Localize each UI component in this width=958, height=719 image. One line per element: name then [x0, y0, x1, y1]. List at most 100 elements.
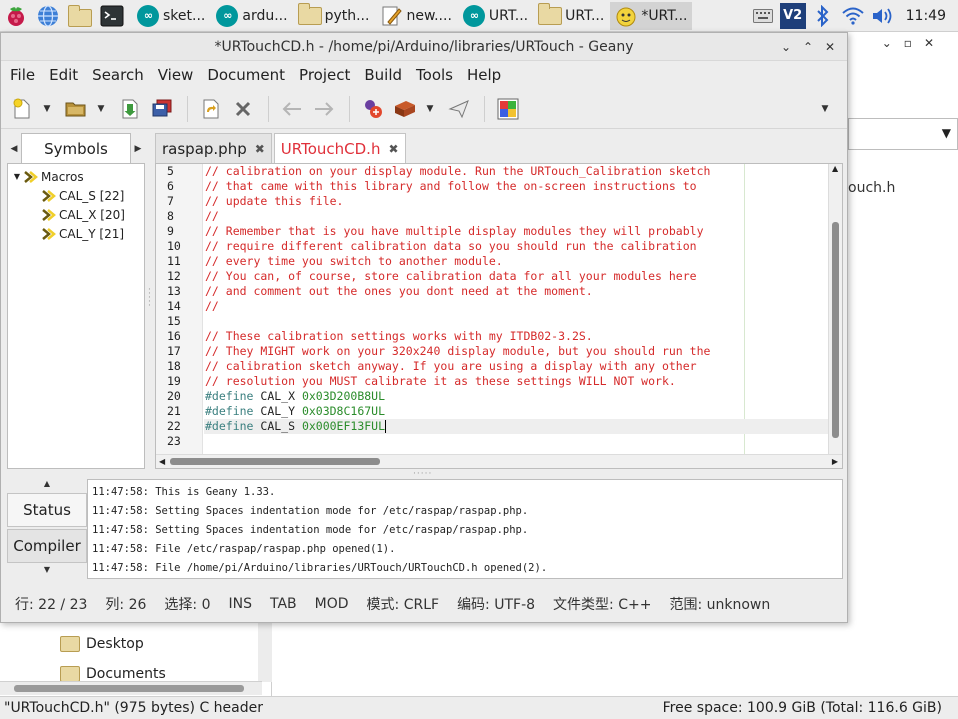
task-urtouch-arduino[interactable]: ∞ URT... [458, 2, 532, 30]
chevron-down-icon[interactable]: ▼ [942, 126, 951, 140]
menu-view[interactable]: View [151, 66, 201, 84]
task-text-editor[interactable]: new.... [375, 2, 455, 30]
code-line[interactable]: // resolution you MUST calibrate it as t… [204, 374, 830, 389]
scroll-left-icon[interactable]: ◀ [159, 457, 165, 466]
code-line[interactable]: // update this file. [204, 194, 830, 209]
bluetooth-icon[interactable] [809, 2, 837, 30]
terminal-icon[interactable] [98, 2, 126, 30]
log-line: 11:47:58: This is Geany 1.33. [92, 486, 276, 498]
code-line[interactable]: // They MIGHT work on your 320x240 displ… [204, 344, 830, 359]
tab-status[interactable]: Status [7, 493, 87, 527]
message-splitter-handle[interactable]: ····· [413, 469, 432, 479]
code-line[interactable]: // These calibration settings works with… [204, 329, 830, 344]
sidebar-scroll-right-icon[interactable]: ▶ [131, 144, 145, 163]
code-line[interactable] [204, 434, 830, 449]
save-all-button[interactable] [147, 94, 177, 124]
tree-item-cal-y[interactable]: CAL_Y [21] [8, 224, 144, 243]
minimize-button[interactable]: ⌄ [775, 37, 797, 57]
web-browser-icon[interactable] [34, 2, 62, 30]
menu-tools[interactable]: Tools [409, 66, 460, 84]
volume-icon[interactable] [869, 2, 897, 30]
clock[interactable]: 11:49 [898, 8, 958, 24]
code-line[interactable]: #define CAL_S 0x000EF13FUL [204, 419, 830, 434]
sidebar-scroll-left-icon[interactable]: ◀ [7, 144, 21, 163]
menu-file[interactable]: File [3, 66, 42, 84]
msg-tabs-up-icon[interactable]: ▲ [7, 479, 87, 493]
code-text[interactable]: // calibration on your display module. R… [204, 164, 830, 449]
back-arrow-icon[interactable] [277, 94, 307, 124]
keyboard-icon[interactable] [749, 2, 777, 30]
menu-edit[interactable]: Edit [42, 66, 85, 84]
build-dropdown[interactable]: ▼ [422, 94, 438, 124]
code-line[interactable]: // [204, 299, 830, 314]
code-line[interactable]: // and comment out the ones you dont nee… [204, 284, 830, 299]
code-line[interactable]: // that came with this library and follo… [204, 179, 830, 194]
save-button[interactable] [115, 94, 145, 124]
code-line[interactable]: // [204, 209, 830, 224]
editor-vertical-scrollbar[interactable]: ▲ [828, 164, 842, 456]
code-line[interactable]: // require different calibration data so… [204, 239, 830, 254]
new-file-dropdown[interactable]: ▼ [39, 94, 55, 124]
close-file-button[interactable] [228, 94, 258, 124]
compile-button[interactable] [358, 94, 388, 124]
status-log[interactable]: 11:47:58: This is Geany 1.33. 11:47:58: S… [87, 479, 843, 579]
fm-path-bar[interactable]: ▼ [848, 118, 958, 150]
new-file-button[interactable] [7, 94, 37, 124]
task-arduino[interactable]: ∞ ardu... [211, 2, 291, 30]
menu-search[interactable]: Search [85, 66, 151, 84]
revert-button[interactable] [196, 94, 226, 124]
forward-arrow-icon[interactable] [309, 94, 339, 124]
close-icon[interactable]: ✖ [255, 142, 265, 156]
editor-horizontal-scrollbar[interactable]: ◀ ▶ [156, 454, 842, 468]
code-line[interactable] [204, 314, 830, 329]
task-python-folder[interactable]: pyth... [294, 2, 374, 30]
sidebar-splitter-handle[interactable]: · · · · · [148, 286, 151, 311]
task-sketch[interactable]: ∞ sket... [132, 2, 209, 30]
code-line[interactable]: #define CAL_X 0x03D200B8UL [204, 389, 830, 404]
code-line[interactable]: // calibration sketch anyway. If you are… [204, 359, 830, 374]
code-line[interactable]: // Remember that is you have multiple di… [204, 224, 830, 239]
open-file-button[interactable] [61, 94, 91, 124]
code-line[interactable]: // every time you switch to another modu… [204, 254, 830, 269]
fm-vertical-scrollbar[interactable] [258, 622, 272, 682]
code-line[interactable]: // You can, of course, store calibration… [204, 269, 830, 284]
wifi-icon[interactable] [839, 2, 867, 30]
fm-file-item[interactable]: ouch.h [848, 180, 895, 196]
tab-raspap-php[interactable]: raspap.php ✖ [155, 133, 272, 163]
fm-horizontal-scrollbar[interactable] [0, 681, 262, 695]
scroll-right-icon[interactable]: ▶ [832, 457, 838, 466]
close-icon[interactable]: ✖ [388, 142, 398, 156]
run-button[interactable] [444, 94, 474, 124]
expander-icon[interactable]: ▼ [11, 172, 23, 181]
code-line[interactable]: // calibration on your display module. R… [204, 164, 830, 179]
vnc-icon[interactable]: V2 [779, 2, 807, 30]
tree-item-cal-x[interactable]: CAL_X [20] [8, 205, 144, 224]
tab-urtouchcd-h[interactable]: URTouchCD.h ✖ [273, 133, 406, 163]
file-manager-icon[interactable] [66, 2, 94, 30]
tab-compiler[interactable]: Compiler [7, 529, 87, 563]
window-titlebar[interactable]: *URTouchCD.h - /home/pi/Arduino/librarie… [1, 33, 847, 61]
tab-symbols[interactable]: Symbols [21, 133, 131, 163]
fm-place-documents[interactable]: Documents [60, 666, 166, 682]
task-geany[interactable]: *URT... [610, 1, 692, 30]
code-line[interactable]: #define CAL_Y 0x03D8C167UL [204, 404, 830, 419]
menu-document[interactable]: Document [200, 66, 292, 84]
build-button[interactable] [390, 94, 420, 124]
fm-window-controls[interactable]: ⌄▫✕ [882, 36, 946, 50]
menu-help[interactable]: Help [460, 66, 508, 84]
raspberry-menu-icon[interactable] [2, 2, 30, 30]
menu-project[interactable]: Project [292, 66, 357, 84]
color-chooser-button[interactable] [493, 94, 523, 124]
msg-tabs-down-icon[interactable]: ▼ [7, 565, 87, 579]
toolbar-overflow-dropdown[interactable]: ▼ [817, 94, 833, 124]
open-file-dropdown[interactable]: ▼ [93, 94, 109, 124]
menu-build[interactable]: Build [357, 66, 409, 84]
tree-item-cal-s[interactable]: CAL_S [22] [8, 186, 144, 205]
fm-place-desktop[interactable]: Desktop [60, 636, 144, 652]
maximize-button[interactable]: ⌃ [797, 37, 819, 57]
scroll-up-icon[interactable]: ▲ [832, 164, 838, 173]
code-editor[interactable]: 5 6 7 8 9 10 11 12 13 14 15 16 17 18 19 20 21 22 23 // cal… [155, 163, 843, 469]
close-button[interactable]: ✕ [819, 37, 841, 57]
task-urtouch-folder[interactable]: URT... [534, 2, 608, 30]
tree-group-macros[interactable]: ▼ Macros [8, 167, 144, 186]
